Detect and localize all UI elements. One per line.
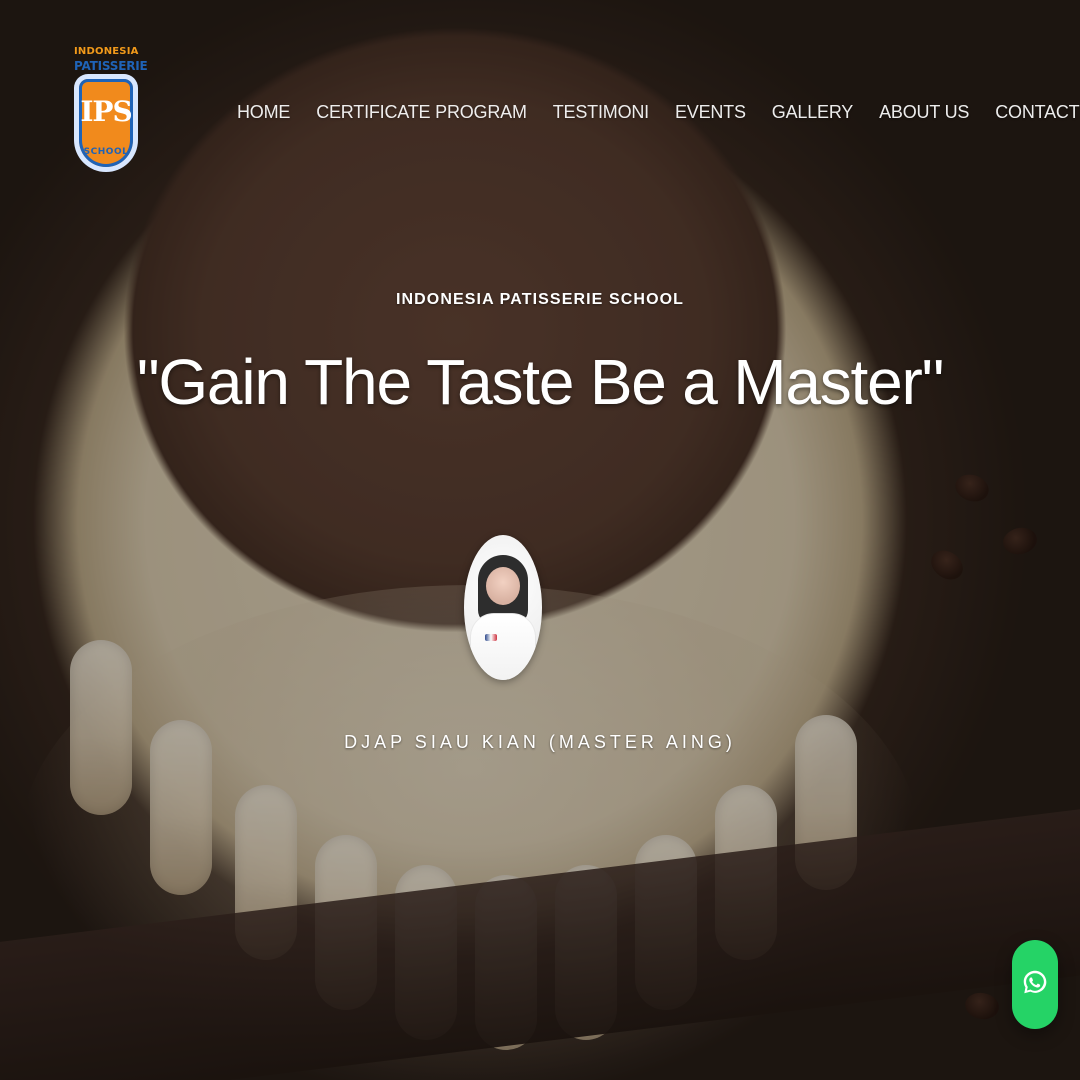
- whatsapp-floating-button[interactable]: [1012, 940, 1058, 1029]
- logo-line-2: PATISSERIE: [74, 59, 148, 73]
- hero-eyebrow: INDONESIA PATISSERIE SCHOOL: [395, 291, 685, 308]
- hero-headline: "Gain The Taste Be a Master": [136, 346, 945, 418]
- nav-events[interactable]: EVENTS: [675, 102, 746, 123]
- top-navigation: HOME CERTIFICATE PROGRAM TESTIMONI EVENT…: [237, 102, 1080, 123]
- nav-about-us[interactable]: ABOUT US: [879, 102, 969, 123]
- logo-school: SCHOOL: [83, 147, 129, 157]
- brand-logo[interactable]: INDONESIA PATISSERIE IPS SCHOOL: [74, 46, 148, 179]
- logo-line-1: INDONESIA: [74, 46, 139, 57]
- whatsapp-icon: [1020, 967, 1050, 1002]
- logo-mark: IPS: [80, 95, 132, 128]
- nav-testimoni[interactable]: TESTIMONI: [553, 102, 649, 123]
- instructor-name: DJAP SIAU KIAN (MASTER AING): [344, 732, 736, 752]
- avatar-face: [486, 567, 520, 605]
- nav-gallery[interactable]: GALLERY: [772, 102, 854, 123]
- hero-background: [0, 0, 1080, 1080]
- nav-certificate-program[interactable]: CERTIFICATE PROGRAM: [316, 102, 527, 123]
- nav-contact[interactable]: CONTACT: [995, 102, 1079, 123]
- avatar-jacket: [470, 613, 536, 680]
- instructor-avatar: [464, 535, 542, 680]
- logo-shield: IPS SCHOOL: [79, 79, 133, 167]
- hero-overlay: [0, 0, 1080, 1080]
- nav-home[interactable]: HOME: [237, 102, 290, 123]
- avatar-flag-badge: [485, 634, 497, 641]
